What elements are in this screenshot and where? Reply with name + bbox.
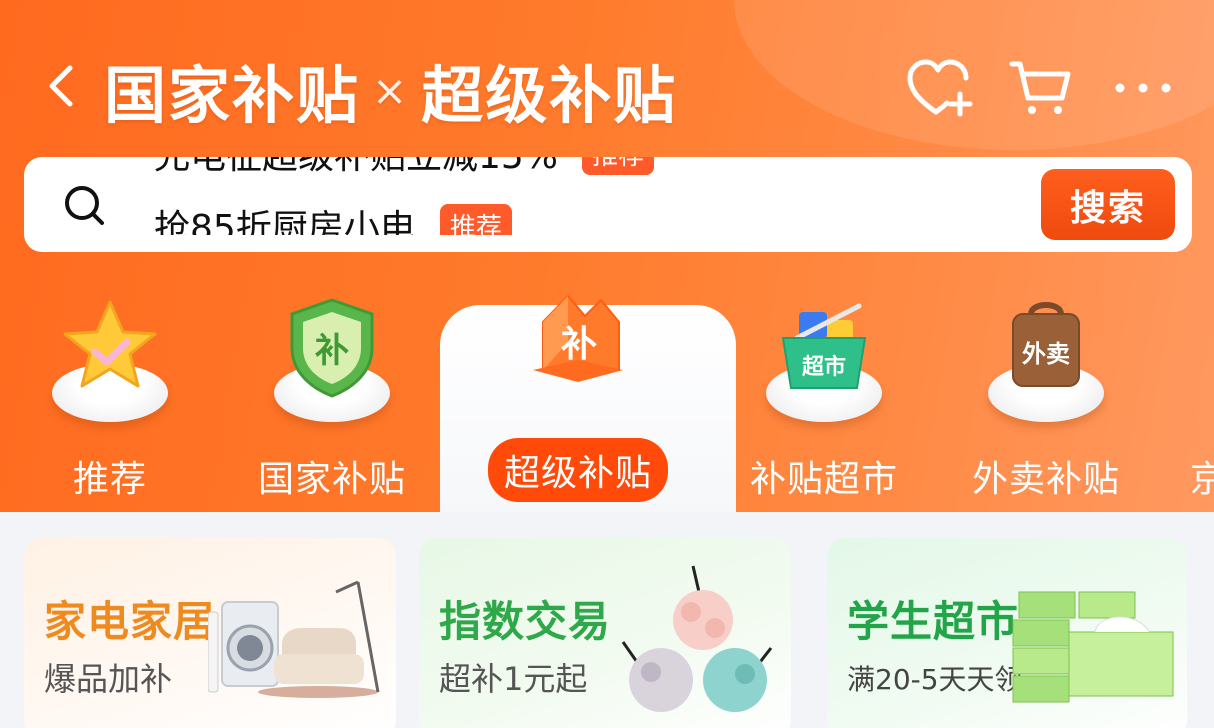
ticker-row-previous: 允电征超级补贴立减15% 推荐 bbox=[154, 157, 655, 179]
title-left: 国家补贴 bbox=[104, 59, 361, 132]
cart-icon bbox=[1009, 61, 1071, 114]
hero-banner: 国家补贴 × 超级补贴 抢85折厨房小电 推荐 搜索 推荐 补 国家补贴 补 超… bbox=[0, 0, 1214, 512]
card-subtitle: 爆品加补 bbox=[44, 660, 173, 698]
tab-label: 京 bbox=[1190, 459, 1214, 500]
svg-text:外卖: 外卖 bbox=[1022, 340, 1070, 368]
top-bar: 国家补贴 × 超级补贴 bbox=[0, 40, 1214, 136]
tab-takeout-subsidy[interactable]: 外卖 外卖补贴 bbox=[946, 282, 1146, 502]
svg-text:超市: 超市 bbox=[802, 354, 846, 380]
tab-label: 推荐 bbox=[72, 459, 147, 500]
card-title: 学生超市 bbox=[847, 597, 1020, 646]
svg-text:补: 补 bbox=[561, 324, 597, 365]
recommend-tag: 推荐 bbox=[439, 203, 512, 235]
cart-button[interactable] bbox=[1008, 56, 1074, 120]
promo-card-index-trading[interactable]: 指数交易 超补1元起 bbox=[419, 538, 791, 728]
title-separator: × bbox=[372, 65, 410, 115]
card-subtitle: 超补1元起 bbox=[439, 660, 588, 698]
subsidy-box-icon: 补 bbox=[523, 282, 633, 392]
supermarket-basket-icon: 超市 bbox=[769, 292, 879, 402]
tissue-boxes-image bbox=[1012, 591, 1174, 703]
tab-super-subsidy[interactable]: 补 超级补贴 bbox=[478, 282, 678, 502]
appliance-furniture-image bbox=[208, 580, 380, 698]
card-subtitle: 满20-5天天领 bbox=[847, 663, 1023, 696]
bath-puff-image bbox=[621, 565, 773, 712]
promo-card-student-market[interactable]: 学生超市 满20-5天天领 bbox=[827, 538, 1187, 728]
tab-label: 补贴超市 bbox=[749, 459, 898, 500]
star-check-icon bbox=[55, 292, 165, 402]
tab-subsidy-supermarket[interactable]: 超市 补贴超市 bbox=[724, 282, 924, 502]
favorite-button[interactable] bbox=[906, 56, 974, 120]
back-button[interactable] bbox=[40, 58, 88, 114]
heart-plus-icon bbox=[907, 59, 973, 117]
card-title: 指数交易 bbox=[439, 597, 612, 646]
svg-text:补: 补 bbox=[315, 331, 349, 371]
tab-recommend[interactable]: 推荐 bbox=[10, 282, 210, 502]
takeout-bag-icon: 外卖 bbox=[991, 292, 1101, 402]
shield-subsidy-icon: 补 bbox=[277, 292, 387, 402]
search-placeholder-text: 抢85折厨房小电 bbox=[154, 208, 416, 235]
tab-jd[interactable]: 京 bbox=[1190, 282, 1214, 502]
ticker-prev-text: 允电征超级补贴立减15% bbox=[154, 157, 558, 179]
ticker-row-current: 抢85折厨房小电 推荐 bbox=[154, 199, 512, 235]
more-dots-icon bbox=[1115, 83, 1171, 93]
tab-national-subsidy[interactable]: 补 国家补贴 bbox=[232, 282, 432, 502]
chevron-left-icon bbox=[49, 65, 73, 107]
tab-label: 国家补贴 bbox=[257, 459, 406, 500]
ticker-prev-tag: 推荐 bbox=[582, 157, 655, 175]
title-right: 超级补贴 bbox=[421, 59, 678, 132]
tab-label-active: 超级补贴 bbox=[487, 438, 669, 502]
promo-card-appliance[interactable]: 家电家居 爆品加补 bbox=[24, 538, 396, 728]
page-title: 国家补贴 × 超级补贴 bbox=[104, 50, 677, 132]
search-ticker: 允电征超级补贴立减15% 推荐 抢85折厨房小电 推荐 bbox=[154, 157, 754, 235]
search-icon bbox=[65, 186, 104, 225]
card-title: 家电家居 bbox=[44, 597, 217, 646]
tab-label: 外卖补贴 bbox=[971, 459, 1120, 500]
search-button[interactable]: 搜索 bbox=[1041, 169, 1175, 240]
more-button[interactable] bbox=[1110, 68, 1176, 108]
search-bar[interactable]: 允电征超级补贴立减15% 推荐 抢85折厨房小电 推荐 搜索 bbox=[24, 157, 1192, 252]
